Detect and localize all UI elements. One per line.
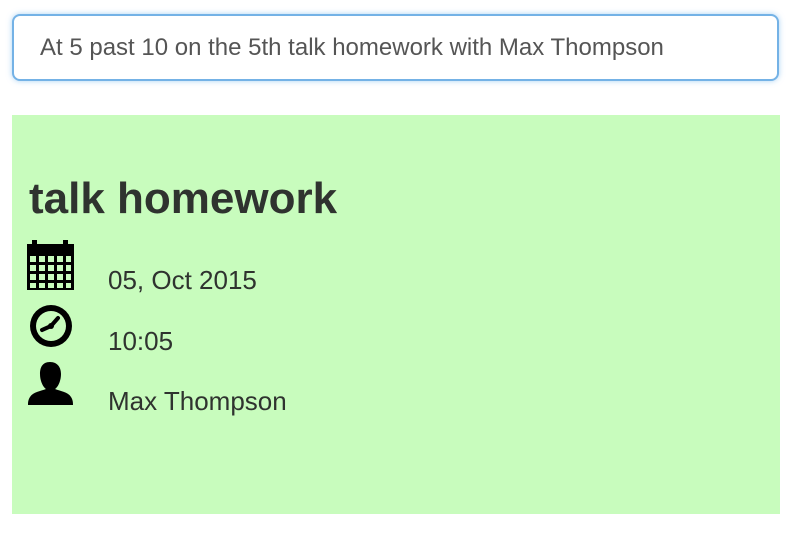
event-time-row: 10:05: [27, 301, 767, 359]
event-title: talk homework: [29, 174, 338, 223]
user-icon: [27, 361, 77, 411]
event-time: 10:05: [108, 326, 174, 356]
natural-language-event-input[interactable]: [12, 14, 779, 81]
event-person: Max Thompson: [108, 386, 287, 416]
clock-icon: [27, 301, 77, 351]
event-date-row: 05, Oct 2015: [27, 240, 767, 298]
event-card: talk homework 05, Oct 2015 10:05 Max Tho…: [12, 115, 780, 514]
event-date: 05, Oct 2015: [108, 265, 257, 295]
event-person-row: Max Thompson: [27, 361, 767, 419]
calendar-icon: [27, 240, 77, 290]
